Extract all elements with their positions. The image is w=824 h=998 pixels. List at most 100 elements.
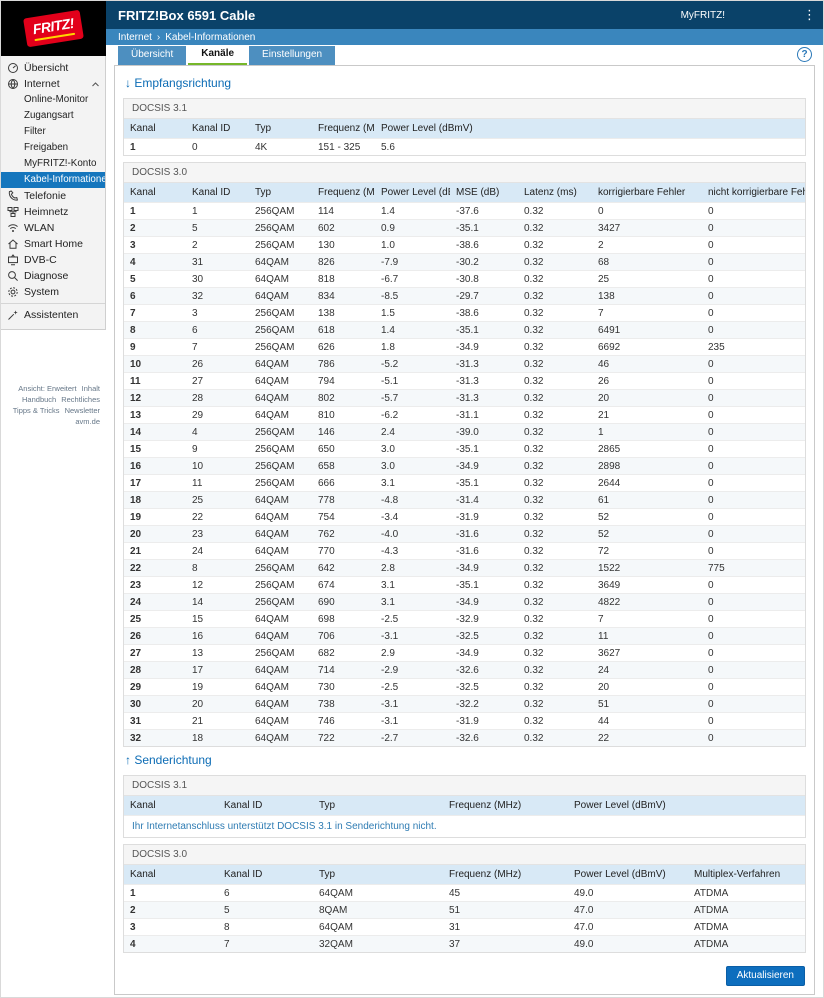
overflow-menu-icon[interactable]: ⋮ — [803, 7, 816, 23]
sidebar-item-wlan[interactable]: WLAN — [1, 220, 105, 236]
fritz-logo[interactable]: FRITZ! — [1, 1, 106, 56]
table-cell: 0 — [702, 321, 805, 339]
sidebar-footer-link[interactable]: Tipps & Tricks — [13, 406, 60, 415]
sidebar-footer-link[interactable]: avm.de — [75, 417, 100, 426]
table-cell: 64QAM — [249, 627, 312, 645]
table-cell: 64QAM — [249, 712, 312, 730]
table-cell: -32.5 — [450, 627, 518, 645]
table-cell: 0 — [702, 525, 805, 543]
sidebar-item-smart-home[interactable]: Smart Home — [1, 236, 105, 252]
refresh-button[interactable]: Aktualisieren — [725, 966, 805, 986]
table-cell: 0 — [702, 729, 805, 746]
table-cell: 25 — [592, 270, 702, 288]
table-cell: 7 — [592, 610, 702, 628]
sidebar-subitem-myfritz-konto[interactable]: MyFRITZ!-Konto — [1, 156, 105, 172]
table-cell: -31.6 — [450, 525, 518, 543]
tab-uebersicht[interactable]: Übersicht — [118, 46, 187, 65]
sidebar-item-dvb-c[interactable]: DVB-C — [1, 252, 105, 268]
table-cell: 0 — [702, 270, 805, 288]
table-cell: -2.5 — [375, 678, 450, 696]
table-row: 4 31 64QAM 826 -7.9 -30.2 0.32 68 0 — [124, 253, 805, 271]
table-cell: 2 — [124, 219, 186, 237]
sidebar-footer-link[interactable]: Rechtliches — [61, 395, 100, 404]
table-cell: 0.32 — [518, 610, 592, 628]
table-cell: 16 — [124, 457, 186, 475]
table-cell: -34.9 — [450, 457, 518, 475]
table-cell: -2.7 — [375, 729, 450, 746]
table-cell: 8 — [186, 559, 249, 577]
gear-icon — [7, 286, 19, 298]
table-cell: 2 — [592, 236, 702, 254]
sidebar-item-label: DVB-C — [24, 254, 57, 266]
table-cell: 7 — [218, 935, 313, 952]
table-cell: 1.8 — [375, 338, 450, 356]
table-cell: 0 — [702, 423, 805, 441]
table-cell: 802 — [312, 389, 375, 407]
sidebar-subitem-kabel-informationen[interactable]: Kabel-Informationen — [1, 172, 105, 188]
table-row: 28 17 64QAM 714 -2.9 -32.6 0.32 24 0 — [124, 661, 805, 679]
sidebar-footer-link[interactable]: Ansicht: Erweitert — [18, 384, 76, 393]
table-cell: 29 — [124, 678, 186, 696]
table-cell: 25 — [124, 610, 186, 628]
table-cell: ATDMA — [688, 884, 805, 902]
sidebar-subitem-freigaben[interactable]: Freigaben — [1, 140, 105, 156]
sidebar-footer-link[interactable]: Inhalt — [82, 384, 100, 393]
table-cell: -3.1 — [375, 695, 450, 713]
table-cell: 658 — [312, 457, 375, 475]
sidebar-item-label: Diagnose — [24, 270, 69, 282]
sidebar-item-uebersicht[interactable]: Übersicht — [1, 60, 105, 76]
table-cell: -32.5 — [450, 678, 518, 696]
table-cell: 14 — [124, 423, 186, 441]
table-cell: 64QAM — [249, 406, 312, 424]
sidebar-item-heimnetz[interactable]: Heimnetz — [1, 204, 105, 220]
sidebar-item-assistenten[interactable]: Assistenten — [1, 307, 105, 323]
sidebar-item-telefonie[interactable]: Telefonie — [1, 188, 105, 204]
table-row: 32 18 64QAM 722 -2.7 -32.6 0.32 22 0 — [124, 729, 805, 746]
table-cell: 52 — [592, 508, 702, 526]
sidebar-item-internet[interactable]: Internet — [1, 76, 105, 92]
table-cell: 64QAM — [249, 372, 312, 390]
table-cell: 0.32 — [518, 440, 592, 458]
table-cell: 11 — [124, 372, 186, 390]
myfritz-link[interactable]: MyFRITZ! — [681, 10, 725, 21]
table-cell: 22 — [186, 508, 249, 526]
sidebar-subitem-filter[interactable]: Filter — [1, 124, 105, 140]
table-cell: -32.2 — [450, 695, 518, 713]
column-header: Typ — [249, 119, 312, 139]
column-header: Typ — [313, 865, 443, 885]
table-cell: -30.8 — [450, 270, 518, 288]
table-cell: -3.1 — [375, 627, 450, 645]
table-cell: 746 — [312, 712, 375, 730]
table-cell: -3.1 — [375, 712, 450, 730]
sidebar-subitem-zugangsart[interactable]: Zugangsart — [1, 108, 105, 124]
table-cell: -34.9 — [450, 644, 518, 662]
table-cell: 618 — [312, 321, 375, 339]
breadcrumb-section[interactable]: Internet — [118, 32, 152, 43]
table-cell: 650 — [312, 440, 375, 458]
table-cell: 20 — [124, 525, 186, 543]
tab-kanaele[interactable]: Kanäle — [188, 46, 248, 65]
table-cell: 12 — [186, 576, 249, 594]
help-button[interactable]: ? — [797, 47, 812, 62]
table-cell: 0 — [702, 372, 805, 390]
wifi-icon — [7, 222, 19, 234]
table-cell: 0 — [702, 457, 805, 475]
table-cell: 151 - 325 — [312, 138, 375, 155]
tab-einstellungen[interactable]: Einstellungen — [249, 46, 336, 65]
sidebar-subitem-online-monitor[interactable]: Online-Monitor — [1, 92, 105, 108]
table-cell: 64QAM — [313, 884, 443, 902]
table-row: 7 3 256QAM 138 1.5 -38.6 0.32 7 0 — [124, 304, 805, 322]
sidebar-item-diagnose[interactable]: Diagnose — [1, 268, 105, 284]
table-cell: 64QAM — [249, 491, 312, 509]
table-cell: 27 — [186, 372, 249, 390]
table-cell: -32.9 — [450, 610, 518, 628]
sidebar-footer-link[interactable]: Handbuch — [22, 395, 56, 404]
table-cell: 138 — [592, 287, 702, 305]
table-cell: 2644 — [592, 474, 702, 492]
sidebar-footer-link[interactable]: Newsletter — [65, 406, 100, 415]
sidebar-item-system[interactable]: System — [1, 284, 105, 300]
table-cell: 3627 — [592, 644, 702, 662]
table-cell: 64QAM — [249, 610, 312, 628]
table-cell: 0 — [702, 406, 805, 424]
table-cell: 0 — [702, 389, 805, 407]
